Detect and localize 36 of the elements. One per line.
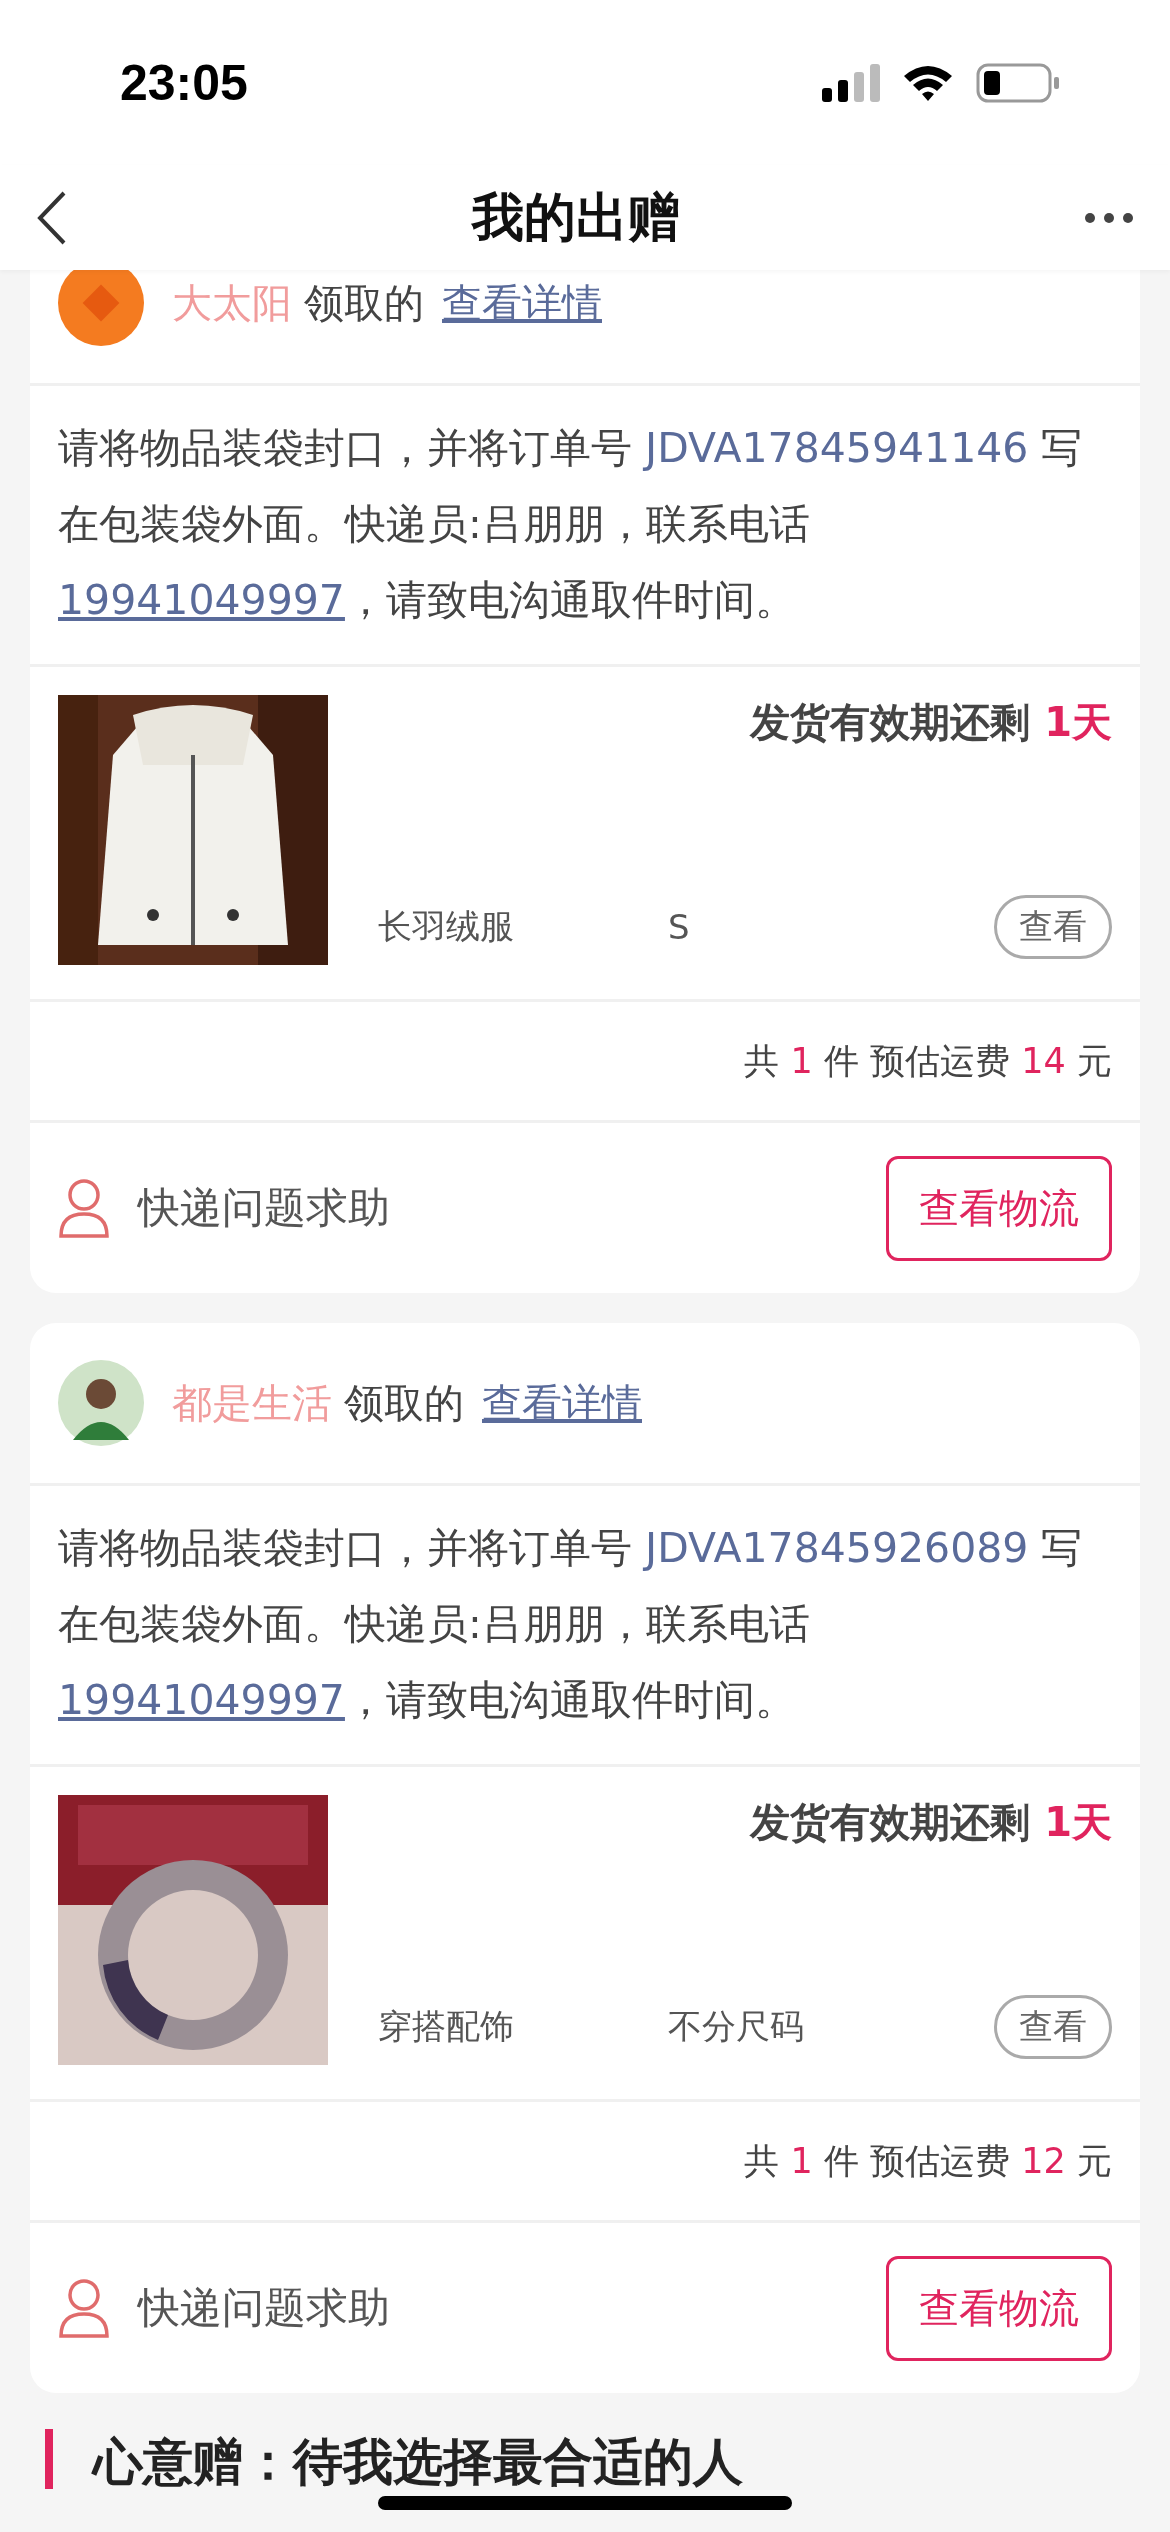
receiver-name: 都是生活 <box>172 1378 332 1428</box>
item-name: 穿搭配饰 <box>378 2005 515 2048</box>
details-link[interactable]: 查看详情 <box>482 1375 642 1431</box>
courier-help-link[interactable]: 快递问题求助 <box>138 1180 390 1236</box>
logistics-button[interactable]: 查看物流 <box>886 1155 1112 1261</box>
page-title: 我的出赠 <box>472 185 680 249</box>
courier-help-link[interactable]: 快递问题求助 <box>138 2280 390 2336</box>
status-time: 23:05 <box>120 53 248 112</box>
battery-icon <box>976 62 1060 103</box>
shipping-summary: 共 1 件 预估运费 14 元 <box>744 1039 1112 1083</box>
phone-link[interactable]: 19941049997 <box>58 576 345 624</box>
view-button[interactable]: 查看 <box>994 1995 1112 2059</box>
receiver-name: 大太阳 <box>172 278 292 328</box>
logistics-button[interactable]: 查看物流 <box>886 2255 1112 2361</box>
claimed-label: 领取的 <box>304 278 424 328</box>
avatar-icon <box>58 1360 144 1446</box>
section-title: 心意赠：待我选择最合适的人 <box>93 2432 743 2493</box>
signal-icon <box>822 63 880 102</box>
more-icon[interactable] <box>1084 211 1134 224</box>
details-link[interactable]: 查看详情 <box>442 275 602 331</box>
item-name: 长羽绒服 <box>378 905 515 948</box>
person-icon <box>58 1178 110 1238</box>
person-icon <box>58 2278 110 2338</box>
wifi-icon <box>902 63 954 102</box>
shipping-instructions: 请将物品装袋封口，并将订单号 JDVA17845941146 写在包装袋外面。快递员:吕朋朋，联系电话 19941049997，请致电沟通取件时间。 <box>58 423 1084 626</box>
view-button[interactable]: 查看 <box>994 895 1112 959</box>
accent-bar <box>45 2429 53 2489</box>
expiry-text: 发货有效期还剩 1天 <box>750 1798 1112 1847</box>
shipping-summary: 共 1 件 预估运费 12 元 <box>744 2139 1112 2183</box>
back-icon[interactable] <box>36 189 68 246</box>
phone-link[interactable]: 19941049997 <box>58 1676 345 1724</box>
claimed-label: 领取的 <box>344 1378 464 1428</box>
item-size: S <box>668 907 690 947</box>
item-size: 不分尺码 <box>668 2005 804 2048</box>
expiry-text: 发货有效期还剩 1天 <box>750 698 1112 747</box>
shipping-instructions: 请将物品装袋封口，并将订单号 JDVA17845926089 写在包装袋外面。快递员:吕朋朋，联系电话 19941049997，请致电沟通取件时间。 <box>58 1523 1084 1726</box>
